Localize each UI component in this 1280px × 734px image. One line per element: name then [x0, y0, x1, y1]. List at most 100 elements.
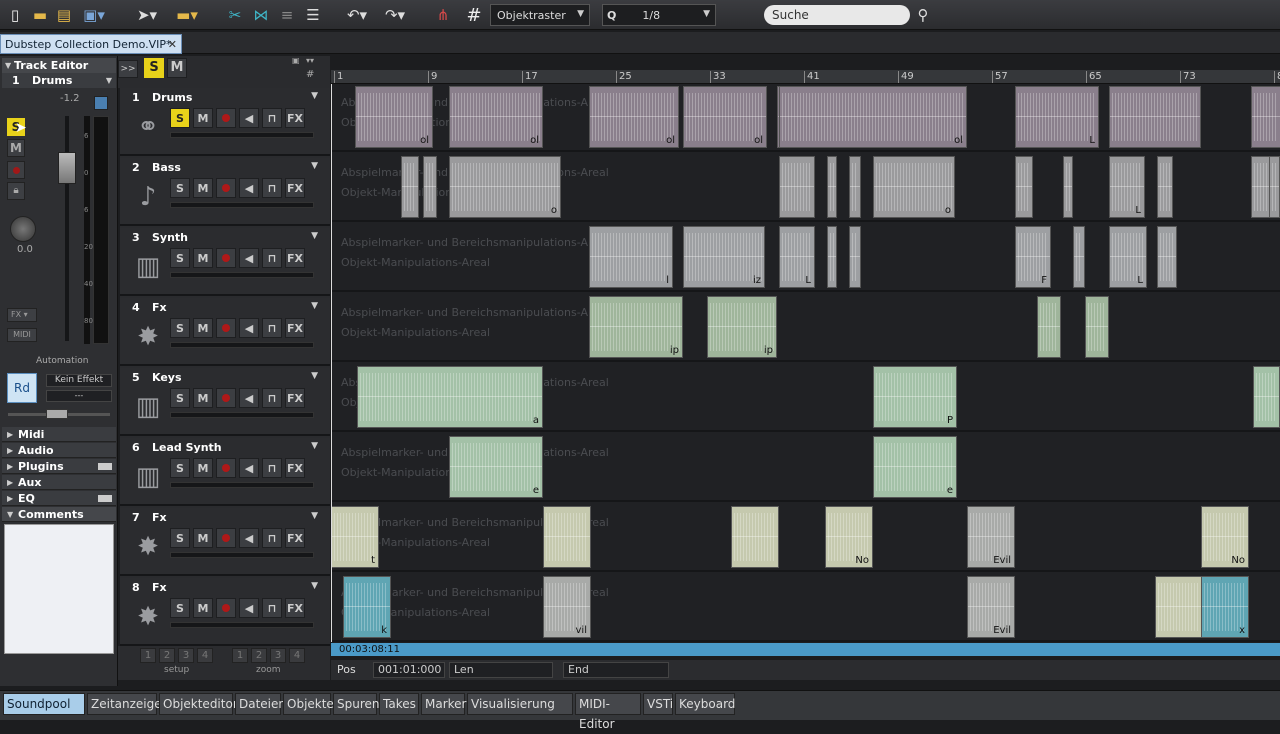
audio-clip[interactable] [1253, 366, 1280, 428]
track-record-button[interactable] [216, 528, 236, 548]
play-cursor[interactable] [331, 84, 332, 642]
setup-preset-button[interactable]: 1 [140, 648, 156, 663]
chevron-down-icon[interactable]: ▼ [311, 441, 318, 451]
open-folder-icon[interactable]: ▬ [30, 5, 50, 25]
distribute-icon[interactable]: ☰ [302, 5, 324, 25]
section-comments[interactable]: ▼ Comments [2, 507, 116, 522]
track-fx-button[interactable]: FX [285, 178, 305, 198]
close-icon[interactable]: ✕ [168, 35, 177, 55]
audio-clip[interactable]: ip [707, 296, 777, 358]
snap-magnet-icon[interactable]: ⋔ [430, 5, 456, 25]
audio-clip[interactable] [1109, 86, 1201, 148]
section-midi[interactable]: ▶ Midi [2, 427, 116, 442]
pos-field[interactable]: 001:01:000 [373, 662, 445, 678]
audio-clip[interactable]: L [1015, 86, 1099, 148]
track-header[interactable]: 2 Bass ▼ ♪ S M ◀ ⊓ FX [120, 158, 330, 226]
record-button[interactable] [7, 161, 25, 179]
audio-clip[interactable] [1269, 156, 1280, 218]
fx-dropdown[interactable]: FX ▾ [7, 308, 37, 322]
track-header[interactable]: 4 Fx ▼ ✸ S M ◀ ⊓ FX [120, 298, 330, 366]
bottom-tab[interactable]: Takes [379, 693, 419, 715]
section-plugins[interactable]: ▶ Plugins [2, 459, 116, 474]
undo-icon[interactable]: ↶▾ [340, 5, 374, 25]
track-solo-button[interactable]: S [170, 388, 190, 408]
toggle-bar-icon[interactable] [98, 495, 112, 502]
audio-clip[interactable] [827, 226, 837, 288]
audio-clip[interactable] [1251, 86, 1280, 148]
audio-clip[interactable] [1015, 156, 1033, 218]
quantize-dropdown[interactable]: Q 1/8 ▼ [602, 4, 716, 26]
chevron-down-icon[interactable]: ▼ [311, 581, 318, 591]
audio-clip[interactable]: a [357, 366, 543, 428]
audio-clip[interactable] [1155, 576, 1203, 638]
new-file-icon[interactable]: ▯ [6, 5, 24, 25]
audio-clip[interactable]: e [873, 436, 957, 498]
import-icon[interactable]: ▤ [54, 5, 74, 25]
track-fx-button[interactable]: FX [285, 598, 305, 618]
audio-clip[interactable] [1157, 226, 1177, 288]
audio-clip[interactable]: e [449, 436, 543, 498]
split-icon[interactable]: ⋈ [250, 5, 272, 25]
track-lane[interactable]: Abspielmarker- und Bereichsmanipulations… [331, 224, 1280, 292]
arrangement-area[interactable]: Abspielmarker- und Bereichsmanipulations… [331, 84, 1280, 642]
audio-clip[interactable]: vil [543, 576, 591, 638]
track-header[interactable]: 5 Keys ▼ ▥ S M ◀ ⊓ FX [120, 368, 330, 436]
bottom-tab[interactable]: Spuren [333, 693, 380, 715]
audio-clip[interactable]: ol [449, 86, 543, 148]
save-icon[interactable]: ▣▾ [80, 5, 108, 25]
track-fx-button[interactable]: FX [285, 248, 305, 268]
speaker-icon[interactable]: ◀ [239, 318, 259, 338]
bottom-tab[interactable]: Marker [421, 693, 466, 715]
read-automation-button[interactable]: Rd [7, 373, 37, 403]
track-mute-button[interactable]: M [193, 318, 213, 338]
bottom-tab[interactable]: Objekteditor [159, 693, 238, 715]
comments-textarea[interactable] [4, 524, 114, 654]
track-lane[interactable]: Abspielmarker- und Bereichsmanipulations… [331, 504, 1280, 572]
setup-preset-button[interactable]: 3 [178, 648, 194, 663]
pointer-tool-icon[interactable]: ➤▾ [132, 5, 162, 25]
lock-small-icon[interactable]: ▣ [292, 56, 304, 66]
track-header[interactable]: 8 Fx ▼ ✸ S M ◀ ⊓ FX [120, 578, 330, 646]
effect-dropdown[interactable]: Kein Effekt [46, 374, 112, 387]
chevron-down-icon[interactable]: ▼ [311, 231, 318, 241]
track-lane[interactable]: Abspielmarker- und Bereichsmanipulations… [331, 364, 1280, 432]
track-name[interactable]: Bass [152, 161, 181, 174]
track-solo-button[interactable]: S [170, 178, 190, 198]
audio-clip[interactable]: Evil [967, 576, 1015, 638]
audio-clip[interactable] [1037, 296, 1061, 358]
document-tab[interactable]: Dubstep Collection Demo.VIP* ✕ [0, 34, 182, 54]
track-mute-button[interactable]: M [193, 458, 213, 478]
setup-preset-button[interactable]: 4 [197, 648, 213, 663]
audio-clip[interactable] [543, 506, 591, 568]
track-record-button[interactable] [216, 108, 236, 128]
automation-slider-handle[interactable] [46, 409, 68, 419]
audio-clip[interactable]: iz [683, 226, 765, 288]
track-editor-track-select[interactable]: 1 Drums ▼ [2, 73, 116, 88]
audio-clip[interactable] [779, 156, 815, 218]
grid-small-icon[interactable]: # [306, 69, 320, 81]
track-name[interactable]: Lead Synth [152, 441, 222, 454]
track-fx-button[interactable]: FX [285, 458, 305, 478]
audio-clip[interactable]: k [343, 576, 391, 638]
bottom-tab[interactable]: Visualisierung [467, 693, 573, 715]
track-header[interactable]: 6 Lead Synth ▼ ▥ S M ◀ ⊓ FX [120, 438, 330, 506]
bottom-tab[interactable]: MIDI-Editor [575, 693, 641, 731]
track-solo-button[interactable]: S [170, 248, 190, 268]
speaker-icon[interactable]: ◀ [239, 388, 259, 408]
audio-clip[interactable] [1085, 296, 1109, 358]
lock-icon[interactable]: ⊓ [262, 598, 282, 618]
audio-clip[interactable]: P [873, 366, 957, 428]
lock-icon[interactable]: ⊓ [262, 248, 282, 268]
audio-clip[interactable]: l [589, 226, 673, 288]
track-record-button[interactable] [216, 318, 236, 338]
toggle-bar-icon[interactable] [98, 463, 112, 470]
search-icon[interactable]: ⚲ [912, 5, 934, 25]
speaker-icon[interactable]: ◀ [239, 528, 259, 548]
chevron-down-icon[interactable]: ▼ [311, 161, 318, 171]
audio-clip[interactable] [1157, 156, 1173, 218]
audio-clip[interactable]: L [1109, 226, 1147, 288]
speaker-icon[interactable]: ◀ [239, 108, 259, 128]
audio-clip[interactable] [1073, 226, 1085, 288]
track-solo-button[interactable]: S [170, 598, 190, 618]
track-name[interactable]: Fx [152, 301, 167, 314]
